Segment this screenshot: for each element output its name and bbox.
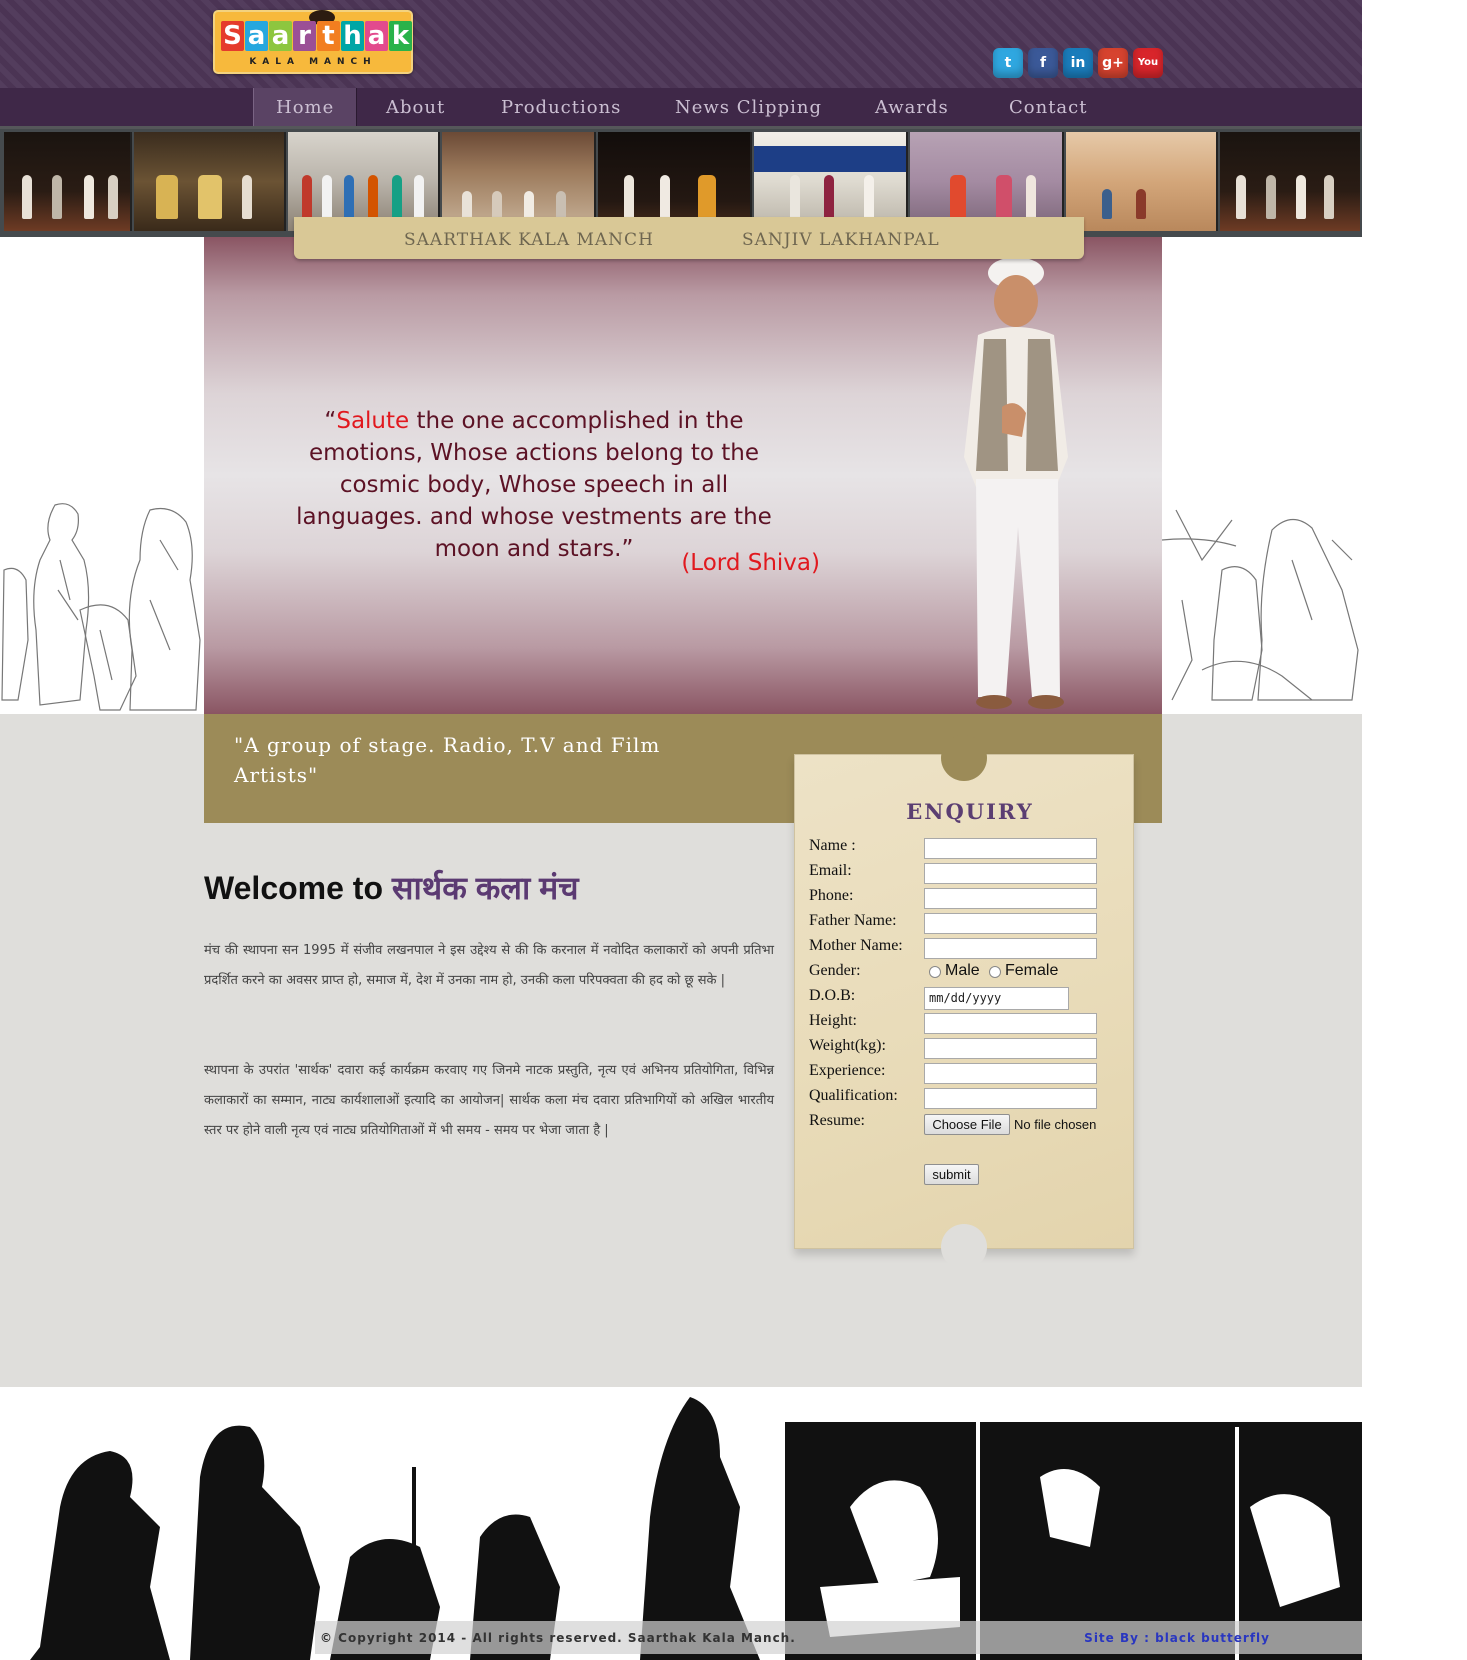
tab-bar: SAARTHAK KALA MANCH SANJIV LAKHANPAL <box>294 217 1084 259</box>
strip-photo <box>1066 132 1218 231</box>
logo-letter: a <box>245 21 268 51</box>
quote-highlight: Salute <box>336 408 410 434</box>
logo-subtitle: KALA MANCH <box>249 57 377 67</box>
gender-male-label: Male <box>945 962 980 979</box>
social-links: t f in g+ You <box>993 48 1168 78</box>
email-label: Email: <box>809 862 852 879</box>
dob-input[interactable]: mm/dd/yyyy <box>924 987 1069 1010</box>
enquiry-title: ENQUIRY <box>906 799 1034 824</box>
twitter-icon[interactable]: t <box>993 48 1023 78</box>
weight-input[interactable] <box>924 1038 1097 1059</box>
strip-photo <box>1220 132 1360 231</box>
father-name-label: Father Name: <box>809 912 897 929</box>
site-by-link[interactable]: Site By : black butterfly <box>1084 1631 1270 1645</box>
phone-input[interactable] <box>924 888 1097 909</box>
card-notch <box>941 1224 987 1270</box>
nav-productions[interactable]: Productions <box>479 88 643 126</box>
height-label: Height: <box>809 1012 857 1029</box>
actor-figure <box>964 257 1068 709</box>
nav-news-clipping[interactable]: News Clipping <box>653 88 844 126</box>
hero-quote: “Salute the one accomplished in the emot… <box>296 408 772 562</box>
logo-letter: t <box>317 21 340 51</box>
google-plus-icon[interactable]: g+ <box>1098 48 1128 78</box>
experience-label: Experience: <box>809 1062 886 1079</box>
nav-home[interactable]: Home <box>253 88 358 126</box>
footer-bar: © Copyright 2014 - All rights reserved. … <box>315 1621 1362 1654</box>
phone-label: Phone: <box>809 887 854 904</box>
choose-file-button[interactable]: Choose File <box>924 1114 1010 1135</box>
father-name-input[interactable] <box>924 913 1097 934</box>
strip-photo <box>4 132 132 231</box>
submit-button[interactable]: submit <box>924 1164 979 1185</box>
intro-paragraph-1: मंच की स्थापना सन 1995 में संजीव लखनपाल … <box>204 943 774 988</box>
hero-banner: “Salute the one accomplished in the emot… <box>204 237 1162 714</box>
logo-letter: r <box>293 21 316 51</box>
linkedin-icon[interactable]: in <box>1063 48 1093 78</box>
logo[interactable]: Saarthak KALA MANCH <box>213 10 413 74</box>
youtube-icon[interactable]: You <box>1133 48 1163 78</box>
nav-about[interactable]: About <box>364 88 467 126</box>
file-status: No file chosen <box>1014 1117 1097 1132</box>
footer-art <box>0 1387 1362 1660</box>
quote-attribution: (Lord Shiva) <box>681 550 820 576</box>
mother-name-label: Mother Name: <box>809 937 903 954</box>
main-nav: Home About Productions News Clipping Awa… <box>0 88 1362 129</box>
tagline: "A group of stage. Radio, T.V and Film A… <box>234 733 661 787</box>
strip-photo <box>134 132 286 231</box>
qualification-label: Qualification: <box>809 1087 898 1104</box>
gender-label: Gender: <box>809 962 861 979</box>
facebook-icon[interactable]: f <box>1028 48 1058 78</box>
gender-male-radio[interactable] <box>929 966 941 978</box>
height-input[interactable] <box>924 1013 1097 1034</box>
enquiry-form: ENQUIRY Name : Email: Phone: Father Name… <box>794 735 1134 1270</box>
welcome-hindi: सार्थक कला मंच <box>391 870 579 906</box>
weight-label: Weight(kg): <box>809 1037 886 1054</box>
qualification-input[interactable] <box>924 1088 1097 1109</box>
intro-paragraph-2: स्थापना के उपरांत 'सार्थक' दवारा कई कार्… <box>204 1063 774 1138</box>
card-notch <box>941 735 987 781</box>
logo-letter: k <box>389 21 412 51</box>
dob-label: D.O.B: <box>809 987 856 1004</box>
nav-contact[interactable]: Contact <box>987 88 1109 126</box>
name-input[interactable] <box>924 838 1097 859</box>
right-sketch-art <box>1162 500 1362 714</box>
logo-wordmark: Saarthak <box>221 21 413 51</box>
resume-label: Resume: <box>809 1112 865 1129</box>
nav-awards[interactable]: Awards <box>853 88 971 126</box>
email-input[interactable] <box>924 863 1097 884</box>
experience-input[interactable] <box>924 1063 1097 1084</box>
welcome-heading: Welcome to सार्थक कला मंच <box>204 870 579 906</box>
tab-sanjiv-lakhanpal[interactable]: SANJIV LAKHANPAL <box>742 217 940 263</box>
copyright-text: © Copyright 2014 - All rights reserved. … <box>320 1631 796 1645</box>
logo-letter: S <box>221 21 244 51</box>
logo-letter: a <box>365 21 388 51</box>
gender-female-label: Female <box>1005 962 1059 979</box>
left-sketch-art <box>0 500 204 714</box>
gender-female-radio[interactable] <box>989 966 1001 978</box>
header: Saarthak KALA MANCH t f in g+ You <box>0 0 1362 88</box>
tab-saarthak-kala-manch[interactable]: SAARTHAK KALA MANCH <box>404 217 654 263</box>
mother-name-input[interactable] <box>924 938 1097 959</box>
logo-letter: a <box>269 21 292 51</box>
logo-letter: h <box>341 21 364 51</box>
name-label: Name : <box>809 837 856 854</box>
